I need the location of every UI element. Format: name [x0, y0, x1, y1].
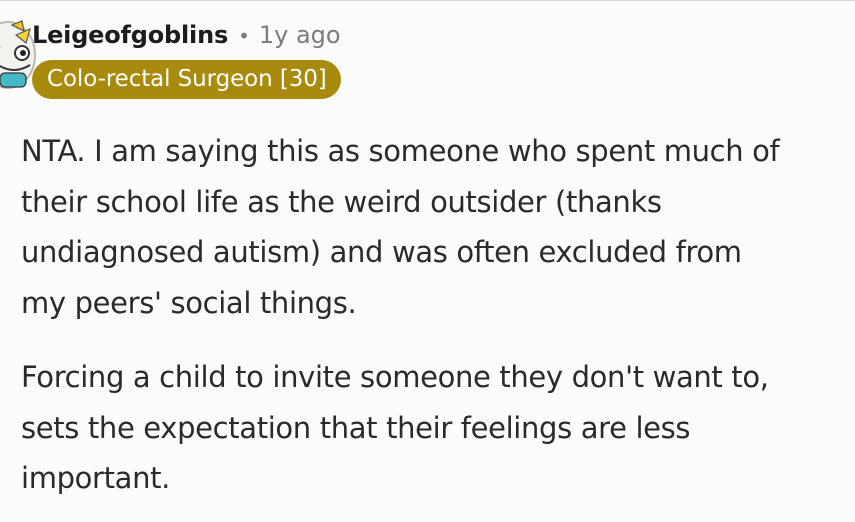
comment-line: undiagnosed autism) and was often exclud… — [21, 235, 742, 269]
user-flair: Colo-rectal Surgeon [30] — [32, 60, 341, 99]
comment-paragraph: NTA. I am saying this as someone who spe… — [21, 126, 851, 328]
comment-paragraph: Forcing a child to invite someone they d… — [21, 352, 851, 504]
comment-meta: Leigeofgoblins • 1y ago — [32, 21, 341, 49]
comment: Leigeofgoblins • 1y ago Colo-rectal Surg… — [0, 0, 855, 522]
comment-line: Forcing a child to invite someone they d… — [21, 360, 769, 394]
snoo-avatar-icon — [0, 20, 36, 89]
comment-line: NTA. I am saying this as someone who spe… — [21, 134, 780, 168]
avatar[interactable] — [0, 19, 36, 91]
comment-line: sets the expectation that their feelings… — [21, 410, 691, 445]
comment-timestamp[interactable]: 1y ago — [259, 21, 341, 49]
comment-line: their school life as the weird outsider … — [21, 184, 662, 219]
comment-line: my peers' social things. — [21, 285, 357, 320]
comment-line: important. — [21, 461, 170, 495]
author-username[interactable]: Leigeofgoblins — [32, 21, 228, 49]
comment-body: NTA. I am saying this as someone who spe… — [21, 126, 851, 504]
meta-separator: • — [238, 24, 250, 48]
